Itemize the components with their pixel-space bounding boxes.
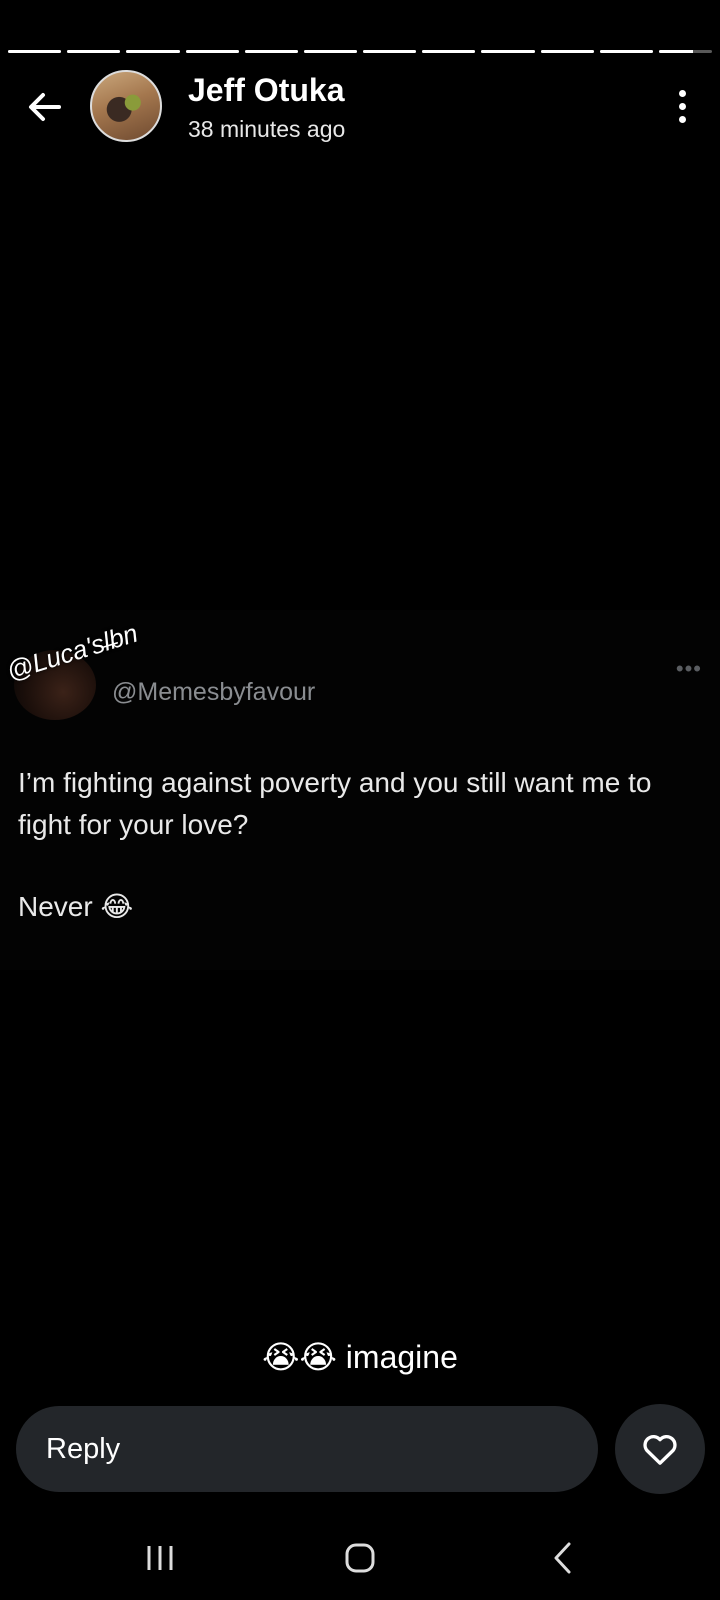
story-progress-segment <box>481 50 535 53</box>
story-progress-segment <box>599 50 653 53</box>
story-progress-segment <box>244 50 298 53</box>
story-progress-segment <box>363 50 417 53</box>
story-progress-segment <box>658 50 713 53</box>
recents-button[interactable] <box>130 1538 190 1578</box>
like-button[interactable] <box>615 1404 705 1494</box>
tweet-more-dots: ••• <box>675 656 702 681</box>
story-progress-bar <box>8 50 713 54</box>
system-nav-bar <box>0 1516 720 1600</box>
home-icon <box>345 1543 375 1573</box>
avatar[interactable] <box>90 70 162 142</box>
story-progress-segment <box>67 50 121 53</box>
nav-back-button[interactable] <box>533 1538 593 1578</box>
nav-back-icon <box>554 1542 571 1574</box>
story-user-name[interactable]: Jeff Otuka <box>188 72 344 109</box>
more-options-button[interactable] <box>670 86 694 126</box>
story-progress-segment <box>8 50 62 53</box>
post-time: 38 minutes ago <box>188 116 346 142</box>
story-progress-segment <box>126 50 180 53</box>
reply-input[interactable]: Reply <box>16 1406 598 1492</box>
home-button[interactable] <box>330 1538 390 1578</box>
back-button[interactable] <box>22 84 68 130</box>
tweet-line: I’m fighting against poverty and you sti… <box>18 767 652 840</box>
recents-icon <box>147 1546 173 1570</box>
story-progress-segment <box>185 50 239 53</box>
story-progress-segment <box>422 50 476 53</box>
more-vertical-icon <box>678 89 686 97</box>
arrow-left-icon <box>29 93 61 121</box>
tweet-handle: @Memesbyfavour <box>112 678 316 706</box>
story-progress-segment <box>540 50 594 53</box>
heart-icon <box>643 1434 677 1465</box>
story-caption: 😭😭 imagine <box>262 1339 458 1375</box>
tweet-line: Never 😂 <box>18 891 134 922</box>
tweet-body: I’m fighting against poverty and you sti… <box>18 762 708 928</box>
story-image: @Luca'sl̶bn @Memesbyfavour ••• I’m fight… <box>0 610 720 970</box>
story-progress-segment <box>303 50 358 53</box>
